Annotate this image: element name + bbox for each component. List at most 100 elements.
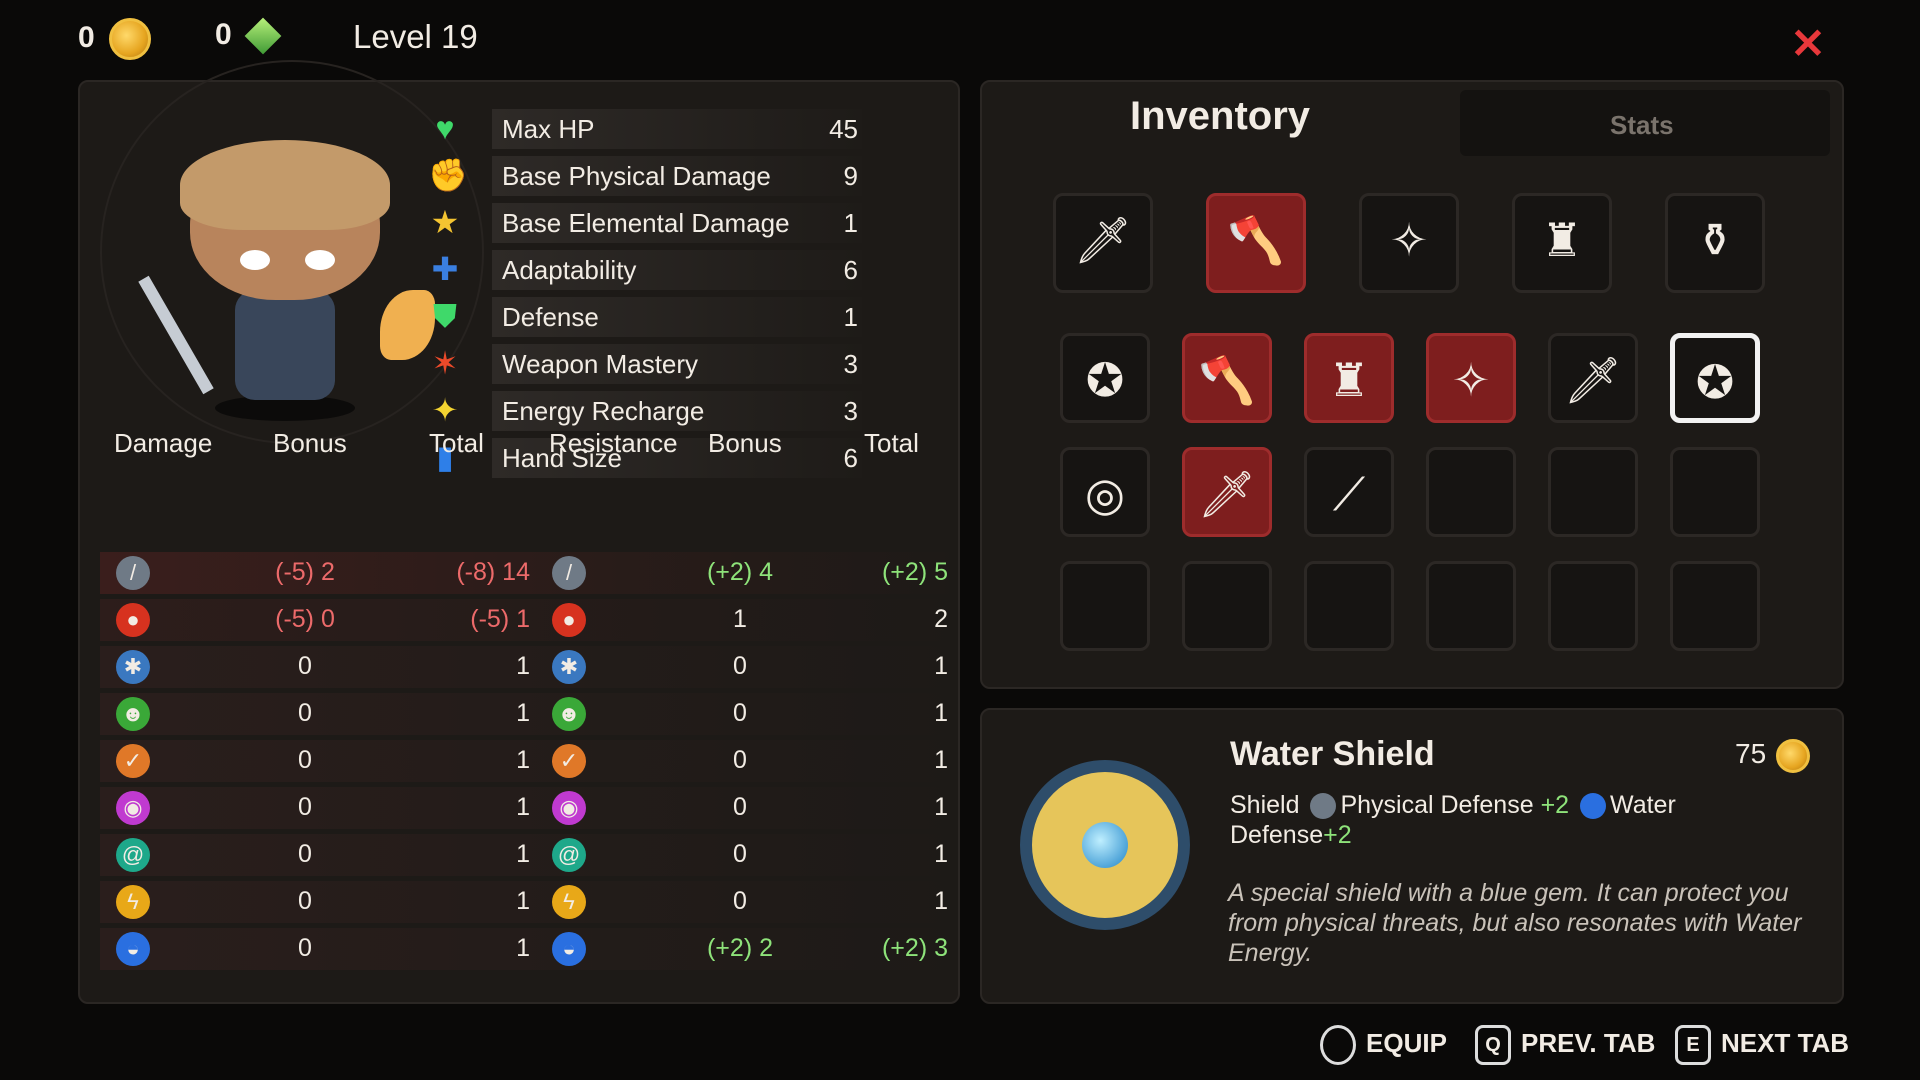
puzzle-icon: ✚ <box>431 251 459 287</box>
prev-tab-control[interactable]: Q PREV. TAB <box>1475 1025 1655 1065</box>
damage-bonus: (-5) 0 <box>275 605 335 633</box>
inventory-slot[interactable]: ◎ <box>1060 447 1150 537</box>
equip-control[interactable]: EQUIP <box>1320 1025 1447 1065</box>
attribute-value: 6 <box>843 255 858 285</box>
attribute-row: ✦ Energy Recharge 3 <box>420 389 870 433</box>
prev-tab-label: PREV. TAB <box>1521 1027 1656 1058</box>
stat1-value: +2 <box>1540 791 1570 819</box>
equipped-slot[interactable]: 🪓 <box>1206 193 1306 293</box>
poison-icon: ☻ <box>116 697 150 731</box>
attribute-value: 1 <box>843 208 858 238</box>
inventory-slot[interactable]: ✧ <box>1426 333 1516 423</box>
attribute-value: 3 <box>843 396 858 426</box>
weapon-mastery-icon: ✶ <box>431 345 459 381</box>
lightning-icon: ϟ <box>552 885 586 919</box>
armor-icon: ♜ <box>1328 354 1370 406</box>
attribute-name: Defense <box>502 302 599 332</box>
tab-inventory[interactable]: Inventory <box>1130 94 1310 139</box>
fire-icon: ● <box>116 603 150 637</box>
armor-icon: ♜ <box>1541 214 1583 266</box>
hero-eye-right <box>305 250 335 270</box>
damage-total: 1 <box>516 840 530 868</box>
axe-icon: 🪓 <box>1198 354 1256 406</box>
item-title: Water Shield <box>1230 735 1435 773</box>
next-key: E <box>1675 1025 1711 1065</box>
empty-slot[interactable] <box>1548 447 1638 537</box>
resistance-total: 1 <box>934 793 948 821</box>
resistance-bonus: (+2) 2 <box>706 934 773 962</box>
inventory-slot[interactable]: ⟋ <box>1304 447 1394 537</box>
damage-total: 1 <box>516 699 530 727</box>
hero-hair <box>180 140 390 230</box>
empty-slot[interactable] <box>1182 561 1272 651</box>
next-tab-label: NEXT TAB <box>1721 1027 1850 1058</box>
empty-slot[interactable] <box>1304 561 1394 651</box>
damage-bonus: 0 <box>298 699 312 727</box>
heart-icon: ♥ <box>435 110 455 146</box>
resistance-bonus: 0 <box>733 887 747 915</box>
energy-star-icon: ✦ <box>431 392 459 428</box>
water-icon: ◒ <box>116 932 150 966</box>
tab-stats[interactable]: Stats <box>1460 90 1830 156</box>
inventory-slot[interactable]: 🪓 <box>1182 333 1272 423</box>
element-row: ☻ 0 1 ☻ 0 1 <box>100 693 958 735</box>
coin-counter: 0 <box>78 18 151 60</box>
resistance-total: 1 <box>934 746 948 774</box>
equipped-slot[interactable]: ✧ <box>1359 193 1459 293</box>
element-row: ✓ 0 1 ✓ 0 1 <box>100 740 958 782</box>
empty-slot[interactable] <box>1426 447 1516 537</box>
attribute-name: Base Physical Damage <box>502 161 771 191</box>
item-flavor-text: A special shield with a blue gem. It can… <box>1228 879 1802 967</box>
dagger-icon: 🗡 <box>1197 468 1257 520</box>
coin-icon <box>1776 738 1811 773</box>
item-stats: Shield Physical Defense +2 Water Defense… <box>1230 790 1790 850</box>
stat1-label: Physical Defense <box>1340 791 1534 819</box>
item-type: Shield <box>1230 791 1300 819</box>
empty-slot[interactable] <box>1426 561 1516 651</box>
attribute-row: ⛊ Defense 1 <box>420 295 870 339</box>
physical-sword-icon <box>1310 793 1337 820</box>
resistance-total: 1 <box>934 652 948 680</box>
empty-slot[interactable] <box>1060 561 1150 651</box>
coin-icon <box>108 18 151 60</box>
earth-icon: ✓ <box>116 744 150 778</box>
empty-slot[interactable] <box>1670 447 1760 537</box>
header-resistance-total: Total <box>864 428 919 458</box>
inventory-slot[interactable]: ♜ <box>1304 333 1394 423</box>
poison-icon: ☻ <box>552 697 586 731</box>
resistance-total: (+2) 3 <box>881 934 948 962</box>
header-resistance: Resistance <box>549 428 678 458</box>
equipped-slot[interactable]: ♜ <box>1512 193 1612 293</box>
attribute-row: ✶ Weapon Mastery 3 <box>420 342 870 386</box>
damage-bonus: 0 <box>298 840 312 868</box>
lightning-icon: ϟ <box>116 885 150 919</box>
empty-slot[interactable] <box>1670 561 1760 651</box>
next-tab-control[interactable]: E NEXT TAB <box>1675 1025 1849 1065</box>
damage-total: 1 <box>516 746 530 774</box>
equipped-slot[interactable]: 🗡 <box>1053 193 1153 293</box>
stat2-label-a: Water <box>1610 791 1676 819</box>
arcane-icon: ◉ <box>116 791 150 825</box>
attribute-value: 45 <box>829 114 858 144</box>
element-row: @0 1 @0 1 <box>100 834 958 876</box>
damage-bonus: 0 <box>298 934 312 962</box>
golden-shield-icon: ✪ <box>1085 354 1125 406</box>
inventory-slot[interactable]: ✪ <box>1060 333 1150 423</box>
wind-icon: @ <box>552 838 586 872</box>
equipped-slot[interactable]: ⚱ <box>1665 193 1765 293</box>
resistance-total: (+2) 5 <box>881 558 948 586</box>
attribute-name: Base Elemental Damage <box>502 208 790 238</box>
empty-slot[interactable] <box>1548 561 1638 651</box>
potion-icon: ⚱ <box>1695 214 1735 266</box>
resistance-bonus: 0 <box>733 699 747 727</box>
damage-total: 1 <box>516 887 530 915</box>
level-label: Level 19 <box>353 18 478 55</box>
inventory-slot[interactable]: 🗡 <box>1182 447 1272 537</box>
inventory-slot[interactable]: 🗡 <box>1548 333 1638 423</box>
inventory-slot[interactable]: ✪ <box>1670 333 1760 423</box>
close-icon[interactable]: ✕ <box>1790 23 1826 65</box>
staff-icon: ⟋ <box>1332 468 1366 520</box>
attribute-value: 6 <box>843 443 858 473</box>
attribute-row: ★ Base Elemental Damage 1 <box>420 201 870 245</box>
gem-counter: 0 <box>215 17 282 55</box>
